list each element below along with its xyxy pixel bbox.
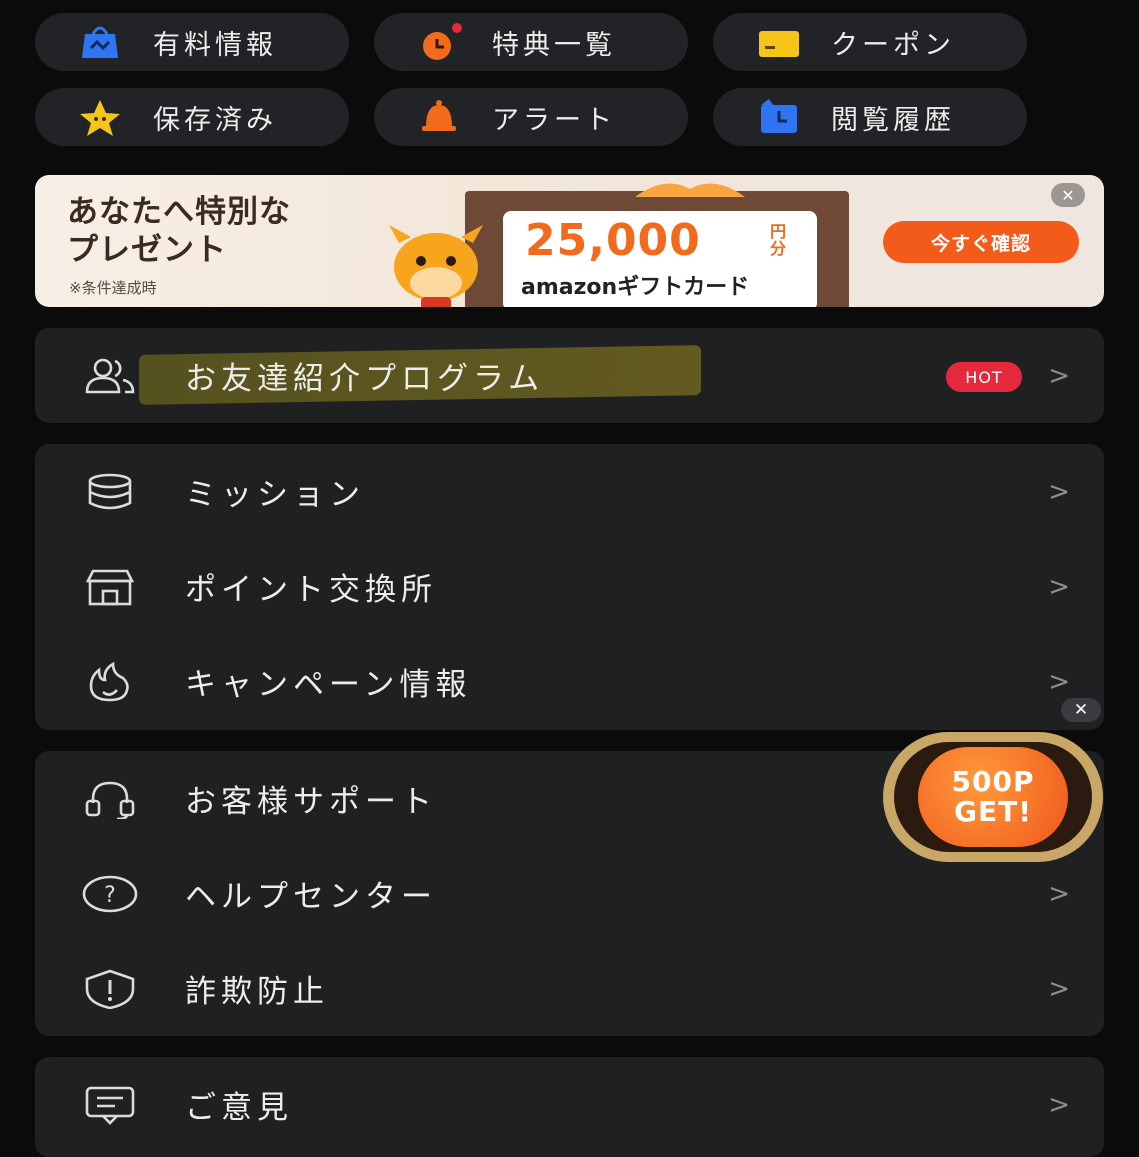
- quick-link-label: 特典一覧: [492, 29, 616, 61]
- coins-icon: [81, 468, 139, 516]
- banner-note: ※条件達成時: [69, 279, 157, 297]
- menu-row-feedback[interactable]: ご意見 >: [35, 1057, 1104, 1152]
- banner-yen: 円分: [769, 222, 786, 258]
- menu-label: ヘルプセンター: [185, 879, 437, 915]
- banner-headline-1: あなたへ特別な: [67, 194, 291, 230]
- chevron-right-icon: >: [1048, 878, 1070, 909]
- menu-row-campaign[interactable]: キャンペーン情報 >: [35, 634, 1104, 729]
- menu-label: キャンペーン情報: [185, 667, 472, 703]
- floating-close-button[interactable]: ✕: [1061, 698, 1101, 722]
- chevron-right-icon: >: [1048, 666, 1070, 697]
- users-icon: [81, 352, 139, 400]
- ribbon-icon: [635, 183, 745, 197]
- quick-link-label: アラート: [492, 104, 616, 136]
- svg-text:?: ?: [104, 883, 116, 908]
- chevron-right-icon: >: [1048, 1089, 1070, 1120]
- quick-link-label: 保存済み: [153, 104, 277, 136]
- menu-label: お客様サポート: [185, 784, 437, 820]
- chevron-right-icon: >: [1048, 360, 1070, 391]
- promo-badge-text: 500P GET!: [918, 747, 1068, 847]
- gift-clock-icon: [414, 22, 464, 62]
- history-icon: [753, 97, 803, 137]
- chevron-right-icon: >: [1048, 973, 1070, 1004]
- menu-label: ご意見: [185, 1090, 293, 1126]
- promo-banner[interactable]: あなたへ特別な プレゼント ※条件達成時 25,000 円分 amazonギフト…: [35, 175, 1104, 307]
- paid-bag-icon: [75, 22, 125, 62]
- help-icon: ?: [81, 870, 139, 918]
- banner-amount: 25,000: [525, 215, 701, 266]
- quick-link-label: クーポン: [831, 29, 955, 61]
- menu-row-point-exchange[interactable]: ポイント交換所 >: [35, 539, 1104, 634]
- menu-label: ポイント交換所: [185, 572, 437, 608]
- headset-icon: [81, 775, 139, 823]
- feedback-icon: [81, 1081, 139, 1129]
- menu-label: ミッション: [185, 477, 365, 513]
- quick-link-label: 閲覧履歴: [831, 104, 955, 136]
- mascot-icon: [389, 225, 483, 307]
- promo-badge-ring: 500P GET!: [894, 742, 1092, 852]
- referral-card[interactable]: お友達紹介プログラム HOT >: [35, 328, 1104, 423]
- coupon-icon: [753, 22, 803, 62]
- shield-alert-icon: [81, 965, 139, 1013]
- store-icon: [81, 563, 139, 611]
- menu-row-fraud-prevention[interactable]: 詐欺防止 >: [35, 941, 1104, 1036]
- banner-close-button[interactable]: ✕: [1051, 183, 1085, 207]
- menu-group-feedback: ご意見 >: [35, 1057, 1104, 1157]
- banner-cta-button[interactable]: 今すぐ確認: [883, 221, 1079, 263]
- hot-badge: HOT: [946, 362, 1022, 392]
- menu-row-referral[interactable]: お友達紹介プログラム HOT >: [35, 328, 1104, 423]
- quick-link-paid-info[interactable]: 有料情報: [35, 13, 349, 71]
- quick-link-saved[interactable]: 保存済み: [35, 88, 349, 146]
- quick-link-alert[interactable]: アラート: [374, 88, 688, 146]
- promo-points-badge[interactable]: 500P GET!: [883, 732, 1103, 862]
- banner-gift-name: amazonギフトカード: [521, 275, 750, 300]
- menu-label: お友達紹介プログラム: [185, 361, 545, 397]
- quick-link-history[interactable]: 閲覧履歴: [713, 88, 1027, 146]
- chevron-right-icon: >: [1048, 476, 1070, 507]
- bell-icon: [414, 97, 464, 137]
- menu-label: 詐欺防止: [185, 974, 329, 1010]
- banner-headline-2: プレゼント: [67, 232, 227, 268]
- quick-link-label: 有料情報: [153, 29, 277, 61]
- flame-icon: [81, 658, 139, 706]
- quick-link-coupon[interactable]: クーポン: [713, 13, 1027, 71]
- banner-headline: あなたへ特別な プレゼント: [67, 193, 291, 269]
- chevron-right-icon: >: [1048, 571, 1070, 602]
- star-icon: [75, 97, 125, 137]
- menu-group-activities: ミッション > ポイント交換所 > キャンペーン情報 >: [35, 444, 1104, 730]
- quick-link-benefits[interactable]: 特典一覧: [374, 13, 688, 71]
- menu-row-mission[interactable]: ミッション >: [35, 444, 1104, 539]
